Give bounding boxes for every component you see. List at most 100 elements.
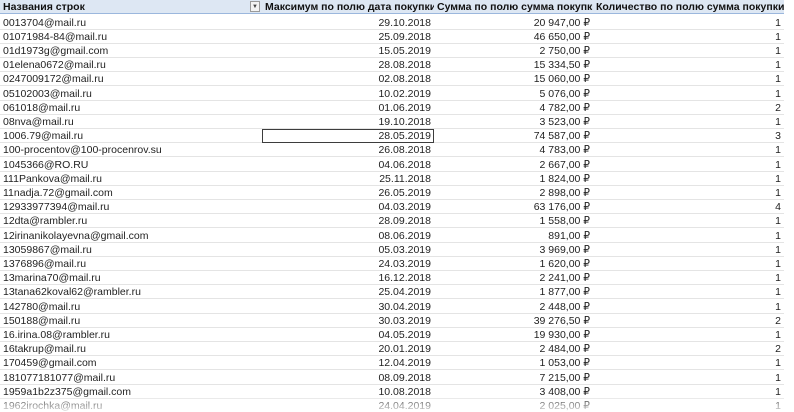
row-label-cell[interactable]: 0013704@mail.ru: [0, 16, 262, 30]
sum-amount-cell[interactable]: 4 783,00 ₽: [434, 143, 593, 158]
sum-amount-cell[interactable]: 46 650,00 ₽: [434, 30, 593, 44]
sum-amount-cell[interactable]: 1 558,00 ₽: [434, 214, 593, 229]
count-amount-cell[interactable]: 1: [593, 385, 784, 399]
row-label-cell[interactable]: 13tana62koval62@rambler.ru: [0, 285, 262, 300]
max-date-cell[interactable]: 10.02.2019: [262, 87, 434, 101]
sum-amount-cell[interactable]: 2 750,00 ₽: [434, 44, 593, 59]
count-amount-cell[interactable]: 1: [593, 87, 784, 101]
max-date-cell[interactable]: 01.06.2019: [262, 101, 434, 115]
count-amount-cell[interactable]: 1: [593, 229, 784, 243]
max-date-cell[interactable]: 08.06.2019: [262, 229, 434, 243]
max-date-cell[interactable]: 15.05.2019: [262, 44, 434, 59]
row-label-cell[interactable]: 142780@mail.ru: [0, 300, 262, 314]
row-label-cell[interactable]: 1962irochka@mail.ru: [0, 399, 262, 412]
row-label-cell[interactable]: 11nadja.72@gmail.com: [0, 186, 262, 201]
count-amount-cell[interactable]: 1: [593, 399, 784, 412]
count-amount-cell[interactable]: 1: [593, 356, 784, 371]
row-label-cell[interactable]: 1959a1b2z375@gmail.com: [0, 385, 262, 399]
sum-amount-cell[interactable]: 3 408,00 ₽: [434, 385, 593, 399]
sum-amount-cell[interactable]: 2 484,00 ₽: [434, 342, 593, 357]
count-amount-cell[interactable]: 1: [593, 115, 784, 130]
max-date-cell[interactable]: 30.04.2019: [262, 300, 434, 314]
count-amount-cell[interactable]: 2: [593, 314, 784, 328]
count-amount-cell[interactable]: 1: [593, 158, 784, 172]
header-count-amount[interactable]: Количество по полю сумма покупки: [593, 0, 784, 15]
row-label-cell[interactable]: 12933977394@mail.ru: [0, 200, 262, 215]
row-label-cell[interactable]: 150188@mail.ru: [0, 314, 262, 328]
max-date-cell[interactable]: 25.11.2018: [262, 172, 434, 186]
row-label-cell[interactable]: 100-procentov@100-procenrov.su: [0, 143, 262, 158]
sum-amount-cell[interactable]: 20 947,00 ₽: [434, 16, 593, 30]
row-label-cell[interactable]: 13marina70@mail.ru: [0, 271, 262, 286]
row-label-cell[interactable]: 170459@gmail.com: [0, 356, 262, 371]
max-date-cell[interactable]: 25.09.2018: [262, 30, 434, 44]
sum-amount-cell[interactable]: 891,00 ₽: [434, 229, 593, 243]
max-date-cell[interactable]: 24.03.2019: [262, 257, 434, 272]
max-date-cell[interactable]: 26.08.2018: [262, 143, 434, 158]
count-amount-cell[interactable]: 2: [593, 342, 784, 357]
sum-amount-cell[interactable]: 2 448,00 ₽: [434, 300, 593, 314]
sum-amount-cell[interactable]: 1 053,00 ₽: [434, 356, 593, 371]
max-date-cell[interactable]: 20.01.2019: [262, 342, 434, 357]
row-label-cell[interactable]: 16takrup@mail.ru: [0, 342, 262, 357]
count-amount-cell[interactable]: 2: [593, 101, 784, 115]
max-date-cell[interactable]: 28.09.2018: [262, 214, 434, 229]
row-label-cell[interactable]: 1376896@mail.ru: [0, 257, 262, 272]
sum-amount-cell[interactable]: 3 969,00 ₽: [434, 243, 593, 257]
row-label-cell[interactable]: 01071984-84@mail.ru: [0, 30, 262, 44]
row-label-cell[interactable]: 1045366@RO.RU: [0, 158, 262, 172]
sum-amount-cell[interactable]: 1 877,00 ₽: [434, 285, 593, 300]
count-amount-cell[interactable]: 4: [593, 200, 784, 215]
max-date-cell[interactable]: 24.04.2019: [262, 399, 434, 412]
row-label-cell[interactable]: 01d1973g@gmail.com: [0, 44, 262, 59]
count-amount-cell[interactable]: 1: [593, 58, 784, 73]
sum-amount-cell[interactable]: 19 930,00 ₽: [434, 328, 593, 343]
header-sum-amount[interactable]: Сумма по полю сумма покупки: [434, 0, 593, 15]
count-amount-cell[interactable]: 1: [593, 300, 784, 314]
sum-amount-cell[interactable]: 1 824,00 ₽: [434, 172, 593, 186]
sum-amount-cell[interactable]: 2 898,00 ₽: [434, 186, 593, 201]
sum-amount-cell[interactable]: 4 782,00 ₽: [434, 101, 593, 115]
row-label-cell[interactable]: 05102003@mail.ru: [0, 87, 262, 101]
row-label-cell[interactable]: 01elena0672@mail.ru: [0, 58, 262, 73]
max-date-cell[interactable]: 12.04.2019: [262, 356, 434, 371]
row-label-cell[interactable]: 08nva@mail.ru: [0, 115, 262, 130]
row-label-cell[interactable]: 12dta@rambler.ru: [0, 214, 262, 229]
max-date-cell[interactable]: 29.10.2018: [262, 16, 434, 30]
max-date-cell[interactable]: 08.09.2018: [262, 371, 434, 385]
count-amount-cell[interactable]: 1: [593, 72, 784, 87]
sum-amount-cell[interactable]: 63 176,00 ₽: [434, 200, 593, 215]
max-date-cell[interactable]: 19.10.2018: [262, 115, 434, 130]
count-amount-cell[interactable]: 1: [593, 172, 784, 186]
row-label-cell[interactable]: 1006.79@mail.ru: [0, 129, 262, 144]
header-max-date[interactable]: Максимум по полю дата покупки: [262, 0, 434, 15]
count-amount-cell[interactable]: 1: [593, 328, 784, 343]
sum-amount-cell[interactable]: 39 276,50 ₽: [434, 314, 593, 328]
count-amount-cell[interactable]: 1: [593, 243, 784, 257]
count-amount-cell[interactable]: 1: [593, 16, 784, 30]
count-amount-cell[interactable]: 1: [593, 271, 784, 286]
sum-amount-cell[interactable]: 15 334,50 ₽: [434, 58, 593, 73]
sum-amount-cell[interactable]: 15 060,00 ₽: [434, 72, 593, 87]
header-row-labels[interactable]: Названия строк ▼: [0, 0, 262, 15]
sum-amount-cell[interactable]: 5 076,00 ₽: [434, 87, 593, 101]
count-amount-cell[interactable]: 1: [593, 371, 784, 385]
row-label-cell[interactable]: 16.irina.08@rambler.ru: [0, 328, 262, 343]
row-label-cell[interactable]: 111Pankova@mail.ru: [0, 172, 262, 186]
max-date-cell[interactable]: 16.12.2018: [262, 271, 434, 286]
count-amount-cell[interactable]: 3: [593, 129, 784, 144]
sum-amount-cell[interactable]: 2 025,00 ₽: [434, 399, 593, 412]
row-label-cell[interactable]: 181077181077@mail.ru: [0, 371, 262, 385]
max-date-cell[interactable]: 04.06.2018: [262, 158, 434, 172]
sum-amount-cell[interactable]: 3 523,00 ₽: [434, 115, 593, 130]
row-label-cell[interactable]: 13059867@mail.ru: [0, 243, 262, 257]
max-date-cell[interactable]: 28.05.2019: [262, 129, 434, 144]
count-amount-cell[interactable]: 1: [593, 143, 784, 158]
sum-amount-cell[interactable]: 2 667,00 ₽: [434, 158, 593, 172]
row-label-cell[interactable]: 0247009172@mail.ru: [0, 72, 262, 87]
count-amount-cell[interactable]: 1: [593, 30, 784, 44]
count-amount-cell[interactable]: 1: [593, 186, 784, 201]
count-amount-cell[interactable]: 1: [593, 285, 784, 300]
sum-amount-cell[interactable]: 7 215,00 ₽: [434, 371, 593, 385]
max-date-cell[interactable]: 05.03.2019: [262, 243, 434, 257]
